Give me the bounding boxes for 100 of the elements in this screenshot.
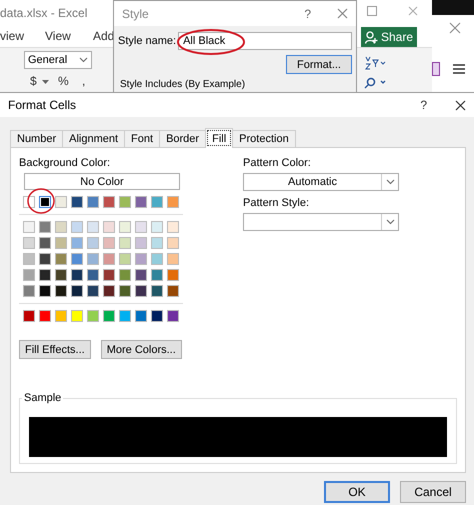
color-swatch[interactable] bbox=[119, 196, 131, 208]
color-swatch[interactable] bbox=[87, 253, 99, 265]
share-button[interactable]: Share bbox=[361, 27, 417, 47]
help-button[interactable]: ? bbox=[304, 6, 311, 20]
color-swatch[interactable] bbox=[167, 310, 179, 322]
chevron-down-icon bbox=[386, 179, 394, 185]
color-swatch[interactable] bbox=[87, 310, 99, 322]
color-swatch[interactable] bbox=[71, 269, 83, 281]
color-swatch[interactable] bbox=[151, 221, 163, 233]
pattern-style-dropdown[interactable] bbox=[243, 213, 399, 231]
color-swatch[interactable] bbox=[103, 269, 115, 281]
number-format-dropdown[interactable]: General bbox=[24, 51, 92, 69]
dialog-title: Style bbox=[122, 6, 149, 20]
color-swatch[interactable] bbox=[151, 196, 163, 208]
tab[interactable]: Fill bbox=[205, 128, 234, 148]
tab[interactable]: Protection bbox=[232, 130, 296, 147]
color-swatch[interactable] bbox=[103, 196, 115, 208]
ok-button[interactable]: OK bbox=[324, 481, 390, 503]
color-swatch[interactable] bbox=[135, 285, 147, 297]
color-swatch[interactable] bbox=[135, 221, 147, 233]
color-swatch[interactable] bbox=[39, 285, 51, 297]
color-swatch[interactable] bbox=[55, 285, 67, 297]
color-swatch[interactable] bbox=[119, 237, 131, 249]
color-swatch[interactable] bbox=[151, 269, 163, 281]
more-colors-button[interactable]: More Colors... bbox=[100, 340, 182, 359]
maximize-icon[interactable] bbox=[367, 6, 377, 16]
color-swatch[interactable] bbox=[55, 196, 67, 208]
color-swatch[interactable] bbox=[55, 237, 67, 249]
color-swatch[interactable] bbox=[119, 253, 131, 265]
color-swatch[interactable] bbox=[23, 269, 35, 281]
color-swatch[interactable] bbox=[39, 310, 51, 322]
color-swatch[interactable] bbox=[167, 285, 179, 297]
color-swatch[interactable] bbox=[55, 310, 67, 322]
color-swatch[interactable] bbox=[23, 253, 35, 265]
color-swatch[interactable] bbox=[151, 237, 163, 249]
color-swatch[interactable] bbox=[167, 269, 179, 281]
color-swatch[interactable] bbox=[167, 221, 179, 233]
color-swatch[interactable] bbox=[103, 253, 115, 265]
color-swatch[interactable] bbox=[151, 310, 163, 322]
color-swatch[interactable] bbox=[71, 196, 83, 208]
color-swatch[interactable] bbox=[103, 237, 115, 249]
color-swatch[interactable] bbox=[23, 310, 35, 322]
chevron-down-icon bbox=[386, 219, 394, 225]
color-swatch[interactable] bbox=[39, 237, 51, 249]
color-swatch[interactable] bbox=[119, 221, 131, 233]
color-swatch[interactable] bbox=[135, 253, 147, 265]
ribbon-tab[interactable]: View bbox=[45, 29, 71, 43]
color-swatch[interactable] bbox=[55, 221, 67, 233]
color-swatch[interactable] bbox=[23, 285, 35, 297]
color-swatch[interactable] bbox=[39, 221, 51, 233]
color-swatch[interactable] bbox=[23, 221, 35, 233]
style-name-field[interactable]: All Black bbox=[178, 32, 352, 50]
color-swatch[interactable] bbox=[87, 221, 99, 233]
color-swatch[interactable] bbox=[39, 196, 51, 208]
color-swatch[interactable] bbox=[167, 253, 179, 265]
color-swatch[interactable] bbox=[167, 237, 179, 249]
color-swatch[interactable] bbox=[39, 269, 51, 281]
number-format-button[interactable]: $ bbox=[30, 74, 37, 88]
color-swatch[interactable] bbox=[55, 253, 67, 265]
color-swatch[interactable] bbox=[135, 237, 147, 249]
color-swatch[interactable] bbox=[87, 269, 99, 281]
color-swatch[interactable] bbox=[135, 269, 147, 281]
color-swatch[interactable] bbox=[167, 196, 179, 208]
color-swatch[interactable] bbox=[103, 221, 115, 233]
color-swatch[interactable] bbox=[39, 253, 51, 265]
color-swatch[interactable] bbox=[119, 285, 131, 297]
color-swatch[interactable] bbox=[119, 310, 131, 322]
sort-icon[interactable] bbox=[364, 56, 386, 70]
color-swatch[interactable] bbox=[55, 269, 67, 281]
pattern-color-dropdown[interactable]: Automatic bbox=[243, 173, 399, 191]
color-swatch[interactable] bbox=[135, 310, 147, 322]
ribbon-tab[interactable]: view bbox=[0, 29, 24, 43]
tab[interactable]: Number bbox=[10, 130, 64, 147]
color-swatch[interactable] bbox=[151, 285, 163, 297]
color-swatch[interactable] bbox=[87, 285, 99, 297]
color-swatch[interactable] bbox=[23, 237, 35, 249]
menu-icon[interactable] bbox=[453, 64, 465, 74]
color-swatch[interactable] bbox=[71, 285, 83, 297]
fill-effects-button[interactable]: Fill Effects... bbox=[19, 340, 91, 359]
help-button[interactable]: ? bbox=[420, 98, 427, 112]
color-swatch[interactable] bbox=[151, 253, 163, 265]
color-swatch[interactable] bbox=[103, 285, 115, 297]
color-swatch[interactable] bbox=[103, 310, 115, 322]
color-swatch[interactable] bbox=[119, 269, 131, 281]
format-button[interactable]: Format... bbox=[286, 55, 352, 74]
color-swatch[interactable] bbox=[135, 196, 147, 208]
caret-icon bbox=[42, 80, 49, 85]
close-icon[interactable] bbox=[455, 100, 466, 110]
number-format-button[interactable]: % bbox=[58, 74, 69, 88]
notebook-icon[interactable] bbox=[432, 62, 440, 76]
color-swatch[interactable] bbox=[71, 237, 83, 249]
color-swatch[interactable] bbox=[71, 310, 83, 322]
color-swatch[interactable] bbox=[71, 221, 83, 233]
search-icon[interactable] bbox=[364, 77, 386, 89]
color-swatch[interactable] bbox=[87, 237, 99, 249]
no-color-button[interactable]: No Color bbox=[24, 173, 180, 190]
color-swatch[interactable] bbox=[71, 253, 83, 265]
tab[interactable]: Alignment bbox=[62, 130, 126, 147]
cancel-button[interactable]: Cancel bbox=[400, 481, 466, 503]
color-swatch[interactable] bbox=[87, 196, 99, 208]
